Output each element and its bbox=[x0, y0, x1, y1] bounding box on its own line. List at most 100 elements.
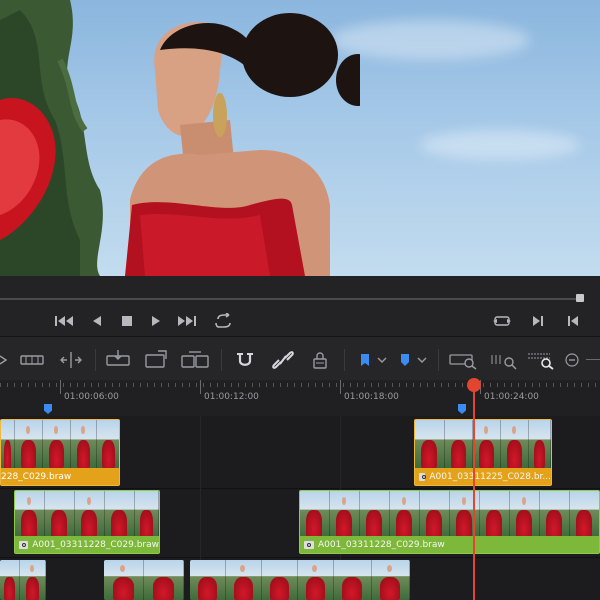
timeline-clip[interactable]: A001_03311228_C029.braw bbox=[299, 490, 600, 554]
timeline-clip[interactable] bbox=[104, 560, 184, 600]
clip-thumbnail bbox=[298, 560, 334, 600]
ruler-minor-tick bbox=[329, 383, 330, 387]
ruler-minor-tick bbox=[371, 383, 372, 387]
timeline-clip[interactable]: 228_C029.braw bbox=[0, 419, 120, 486]
ruler-minor-tick bbox=[154, 383, 155, 387]
toolbar-separator bbox=[438, 349, 439, 371]
flag-icon[interactable] bbox=[356, 349, 390, 371]
ruler-minor-tick bbox=[91, 383, 92, 387]
ruler-minor-tick bbox=[350, 383, 351, 387]
clip-thumbnail bbox=[105, 491, 135, 537]
timeline-marker[interactable] bbox=[458, 404, 466, 414]
timecode-label: 01:00:24:00 bbox=[484, 392, 539, 402]
ruler-minor-tick bbox=[147, 383, 148, 387]
zoom-detail-icon[interactable] bbox=[490, 349, 518, 371]
ruler-minor-tick bbox=[336, 383, 337, 387]
loop-icon[interactable] bbox=[214, 312, 234, 330]
timeline-tracks[interactable]: 228_C029.braw A001_03311225_C028.br... A… bbox=[0, 416, 600, 600]
model-figure bbox=[125, 13, 360, 276]
playhead-line[interactable] bbox=[473, 386, 475, 600]
scrub-track[interactable] bbox=[0, 298, 580, 300]
ruler-minor-tick bbox=[231, 383, 232, 387]
ruler-minor-tick bbox=[364, 383, 365, 387]
blade-icon[interactable] bbox=[20, 349, 44, 371]
mark-in-icon[interactable] bbox=[528, 312, 548, 330]
play-reverse-icon[interactable] bbox=[87, 312, 107, 330]
ruler-minor-tick bbox=[7, 383, 8, 387]
clip-thumbnail bbox=[15, 491, 45, 537]
timeline-marker[interactable] bbox=[44, 404, 52, 414]
marker-icon[interactable] bbox=[396, 349, 430, 371]
ruler-minor-tick bbox=[49, 383, 50, 387]
ruler-minor-tick bbox=[259, 383, 260, 387]
ruler-minor-tick bbox=[567, 383, 568, 387]
ruler-minor-tick bbox=[357, 383, 358, 387]
ruler-minor-tick bbox=[133, 383, 134, 387]
video-viewer[interactable] bbox=[0, 0, 600, 276]
cloud bbox=[330, 20, 530, 60]
match-frame-icon[interactable] bbox=[492, 312, 512, 330]
ruler-minor-tick bbox=[525, 383, 526, 387]
clip-thumbnail bbox=[71, 420, 97, 468]
timeline-clip[interactable]: A001_03311228_C029.braw bbox=[14, 490, 160, 554]
ruler-minor-tick bbox=[462, 383, 463, 387]
clip-thumbnail bbox=[420, 491, 450, 537]
ruler-minor-tick bbox=[539, 383, 540, 387]
position-lock-icon[interactable] bbox=[310, 349, 330, 371]
ruler-minor-tick bbox=[56, 383, 57, 387]
linked-selection-icon[interactable] bbox=[272, 349, 294, 371]
stop-icon[interactable] bbox=[117, 312, 137, 330]
insert-clip-icon[interactable] bbox=[104, 349, 132, 371]
ruler-minor-tick bbox=[21, 383, 22, 387]
overwrite-clip-icon[interactable] bbox=[144, 349, 168, 371]
trim-icon[interactable] bbox=[0, 349, 10, 371]
ruler-minor-tick bbox=[455, 383, 456, 387]
dynamic-trim-icon[interactable] bbox=[58, 349, 84, 371]
play-icon[interactable] bbox=[146, 312, 166, 330]
clip-label-bar: 228_C029.braw bbox=[1, 468, 119, 485]
timeline-clip[interactable] bbox=[0, 560, 46, 600]
timeline-ruler[interactable]: 01:00:06:00 01:00:12:00 01:00:18:00 01:0… bbox=[0, 380, 600, 417]
clip-label-bar: A001_03311228_C029.braw bbox=[15, 536, 159, 553]
clip-thumbnail bbox=[75, 491, 105, 537]
clip-thumbnail bbox=[45, 491, 75, 537]
playhead-handle[interactable] bbox=[467, 378, 481, 392]
ruler-minor-tick bbox=[504, 383, 505, 387]
ruler-minor-tick bbox=[378, 383, 379, 387]
ruler-minor-tick bbox=[560, 383, 561, 387]
zoom-slider[interactable] bbox=[586, 359, 600, 360]
zoom-out-icon[interactable] bbox=[564, 349, 580, 371]
ruler-minor-tick bbox=[210, 383, 211, 387]
ruler-minor-tick bbox=[322, 383, 323, 387]
skip-to-start-icon[interactable] bbox=[54, 312, 74, 330]
clip-thumbnail bbox=[1, 420, 15, 468]
ruler-minor-tick bbox=[588, 383, 589, 387]
ruler-minor-tick bbox=[266, 383, 267, 387]
clip-name: A001_03311225_C028.br... bbox=[429, 471, 551, 482]
ruler-minor-tick bbox=[399, 383, 400, 387]
ruler-minor-tick bbox=[84, 383, 85, 387]
skip-to-end-icon[interactable] bbox=[177, 312, 197, 330]
ruler-minor-tick bbox=[546, 383, 547, 387]
snapping-icon[interactable] bbox=[234, 349, 256, 371]
replace-clip-icon[interactable] bbox=[180, 349, 210, 371]
ruler-minor-tick bbox=[77, 383, 78, 387]
clip-thumbnail bbox=[473, 420, 501, 468]
ruler-minor-tick bbox=[301, 383, 302, 387]
timeline-clip[interactable] bbox=[190, 560, 410, 600]
timeline-clip[interactable]: A001_03311225_C028.br... bbox=[414, 419, 552, 486]
ruler-minor-tick bbox=[483, 383, 484, 387]
scrub-handle[interactable] bbox=[576, 294, 584, 302]
clip-thumbnail bbox=[334, 560, 372, 600]
zoom-full-icon[interactable] bbox=[448, 349, 478, 371]
ruler-minor-tick bbox=[595, 383, 596, 387]
zoom-custom-icon[interactable] bbox=[526, 349, 556, 371]
ruler-minor-tick bbox=[427, 383, 428, 387]
ruler-minor-tick bbox=[406, 383, 407, 387]
viewer-scrub-bar[interactable] bbox=[0, 276, 600, 306]
clip-thumbnail bbox=[190, 560, 226, 600]
mark-out-icon[interactable] bbox=[563, 312, 583, 330]
ruler-minor-tick bbox=[119, 383, 120, 387]
track-divider bbox=[0, 557, 600, 558]
ruler-minor-tick bbox=[553, 383, 554, 387]
